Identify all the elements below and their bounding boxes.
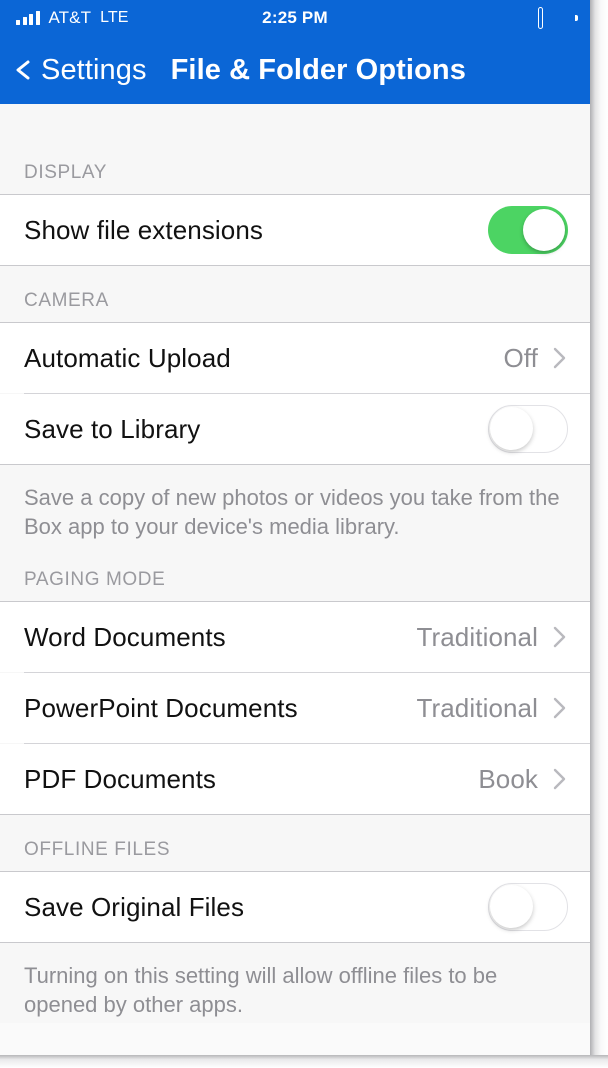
toggle-knob xyxy=(490,885,534,929)
row-label: Word Documents xyxy=(24,621,226,652)
row-value: Traditional xyxy=(416,692,538,723)
right-edge-shadow xyxy=(590,0,608,1055)
toggle-knob xyxy=(490,407,534,451)
row-value: Book xyxy=(478,763,538,794)
row-value: Traditional xyxy=(416,621,538,652)
settings-group-display: DISPLAY Show file extensions xyxy=(0,104,590,266)
settings-list: DISPLAY Show file extensions CAMERA Automat… xyxy=(0,104,590,1024)
settings-row-save-to-library[interactable]: Save to Library xyxy=(0,394,590,464)
row-accessory xyxy=(488,405,568,453)
status-bar: AT&T LTE 2:25 PM xyxy=(0,0,590,36)
row-value: Off xyxy=(503,342,538,373)
toggle-save-original-files[interactable] xyxy=(488,883,568,932)
status-bar-right xyxy=(538,6,578,30)
navigation-bar: AT&T LTE 2:25 PM Settings File & Folder … xyxy=(0,0,590,104)
settings-row-powerpoint-documents[interactable]: PowerPoint Documents Traditional xyxy=(0,673,590,744)
row-label: PDF Documents xyxy=(24,763,217,794)
section-footer-camera: Save a copy of new photos or videos you … xyxy=(0,465,590,546)
chevron-right-icon xyxy=(552,624,568,650)
chevron-right-icon xyxy=(552,345,568,371)
group-top-spacer xyxy=(0,104,590,138)
clock-label: 2:25 PM xyxy=(262,8,328,27)
row-accessory: Traditional xyxy=(416,622,568,653)
row-accessory: Book xyxy=(478,764,568,795)
chevron-left-icon xyxy=(12,59,34,81)
toggle-save-to-library[interactable] xyxy=(488,405,568,453)
row-accessory xyxy=(488,883,568,932)
settings-group-offline-files: OFFLINE FILES Save Original Files Turning … xyxy=(0,815,590,1024)
phone-screen: AT&T LTE 2:25 PM Settings File & Folder … xyxy=(0,0,590,1055)
row-label: PowerPoint Documents xyxy=(24,692,298,723)
section-footer-offline-files: Turning on this setting will allow offli… xyxy=(0,943,590,1024)
row-label: Save Original Files xyxy=(24,891,245,922)
bottom-edge-shadow xyxy=(0,1055,608,1068)
battery-icon xyxy=(538,6,578,30)
navigation-title-row: Settings File & Folder Options xyxy=(0,36,590,104)
settings-row-pdf-documents[interactable]: PDF Documents Book xyxy=(0,744,590,815)
page-title: File & Folder Options xyxy=(170,53,466,86)
section-header-paging-mode: PAGING MODE xyxy=(24,569,166,591)
chevron-right-icon xyxy=(552,695,568,721)
section-header-display: DISPLAY xyxy=(24,162,108,183)
section-header-offline-files: OFFLINE FILES xyxy=(24,839,171,861)
row-label: Save to Library xyxy=(24,413,201,444)
toggle-show-file-extensions[interactable] xyxy=(488,206,568,254)
toggle-knob xyxy=(523,209,565,251)
settings-row-save-original-files[interactable]: Save Original Files xyxy=(0,872,590,943)
back-button[interactable]: Settings xyxy=(12,54,147,87)
chevron-right-icon xyxy=(552,766,568,792)
settings-group-paging-mode: PAGING MODE Word Documents Traditional Powe… xyxy=(0,545,590,816)
settings-row-word-documents[interactable]: Word Documents Traditional xyxy=(0,602,590,673)
row-accessory xyxy=(488,206,568,254)
settings-row-show-file-extensions[interactable]: Show file extensions xyxy=(0,195,590,265)
section-header-camera: CAMERA xyxy=(24,290,109,311)
settings-group-camera: CAMERA Automatic Upload Off Save to Library… xyxy=(0,266,590,546)
row-accessory: Off xyxy=(503,343,568,374)
back-button-label: Settings xyxy=(41,53,147,86)
row-label: Automatic Upload xyxy=(24,342,231,373)
row-label: Show file extensions xyxy=(24,214,264,245)
row-accessory: Traditional xyxy=(416,693,568,724)
settings-row-automatic-upload[interactable]: Automatic Upload Off xyxy=(0,323,590,393)
